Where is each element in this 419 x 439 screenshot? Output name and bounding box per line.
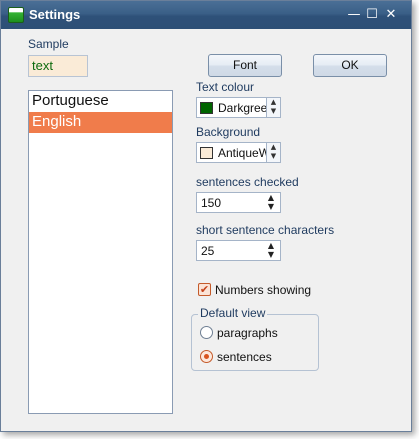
text-colour-swatch [200, 102, 213, 114]
default-view-legend: Default view [198, 306, 268, 320]
radio-paragraphs-label[interactable]: paragraphs [217, 326, 278, 340]
spin-arrows-icon[interactable]: ▲ ▼ [265, 193, 277, 212]
text-colour-value: Darkgreen [218, 101, 266, 115]
sample-label: Sample [28, 37, 69, 51]
title-bar[interactable]: Settings — ☐ ✕ [1, 1, 411, 29]
list-item-english[interactable]: English [29, 112, 172, 133]
sample-preview: text [28, 55, 88, 77]
radio-sentences-label[interactable]: sentences [217, 350, 272, 364]
short-sentence-characters-stepper[interactable]: 25 ▲ ▼ [196, 240, 281, 261]
sentences-checked-stepper[interactable]: 150 ▲ ▼ [196, 192, 281, 213]
settings-window: Settings — ☐ ✕ Sample text Portuguese En… [0, 0, 412, 432]
background-value: AntiqueWhite [218, 146, 266, 160]
numbers-showing-label[interactable]: Numbers showing [215, 283, 311, 297]
app-icon [8, 7, 24, 23]
language-list[interactable]: Portuguese English [28, 90, 173, 414]
font-button[interactable]: Font [208, 54, 282, 77]
radio-selected-dot [204, 354, 209, 359]
minimize-icon[interactable]: — [345, 6, 363, 24]
chevron-updown-icon[interactable]: ▲ ▼ [266, 98, 280, 117]
background-label: Background [196, 125, 261, 139]
maximize-icon[interactable]: ☐ [363, 6, 381, 24]
numbers-showing-checkbox[interactable]: ✔ [198, 283, 211, 296]
close-icon[interactable]: ✕ [382, 6, 400, 24]
text-colour-label: Text colour [196, 80, 255, 94]
background-swatch [200, 147, 213, 159]
sentences-checked-label: sentences checked [196, 175, 299, 189]
radio-paragraphs[interactable] [200, 326, 213, 339]
list-item-portuguese[interactable]: Portuguese [29, 91, 172, 112]
chevron-updown-icon[interactable]: ▲ ▼ [266, 143, 280, 162]
text-colour-select[interactable]: Darkgreen ▲▼ [196, 97, 281, 118]
background-select[interactable]: AntiqueWhite ▲▼ [196, 142, 281, 163]
short-sentence-characters-value: 25 [201, 244, 215, 258]
window-title: Settings [29, 7, 81, 22]
short-sentence-characters-label: short sentence characters [196, 223, 335, 237]
radio-sentences[interactable] [200, 350, 213, 363]
ok-button[interactable]: OK [313, 54, 387, 77]
sentences-checked-value: 150 [201, 196, 222, 210]
spin-arrows-icon[interactable]: ▲ ▼ [265, 241, 277, 260]
